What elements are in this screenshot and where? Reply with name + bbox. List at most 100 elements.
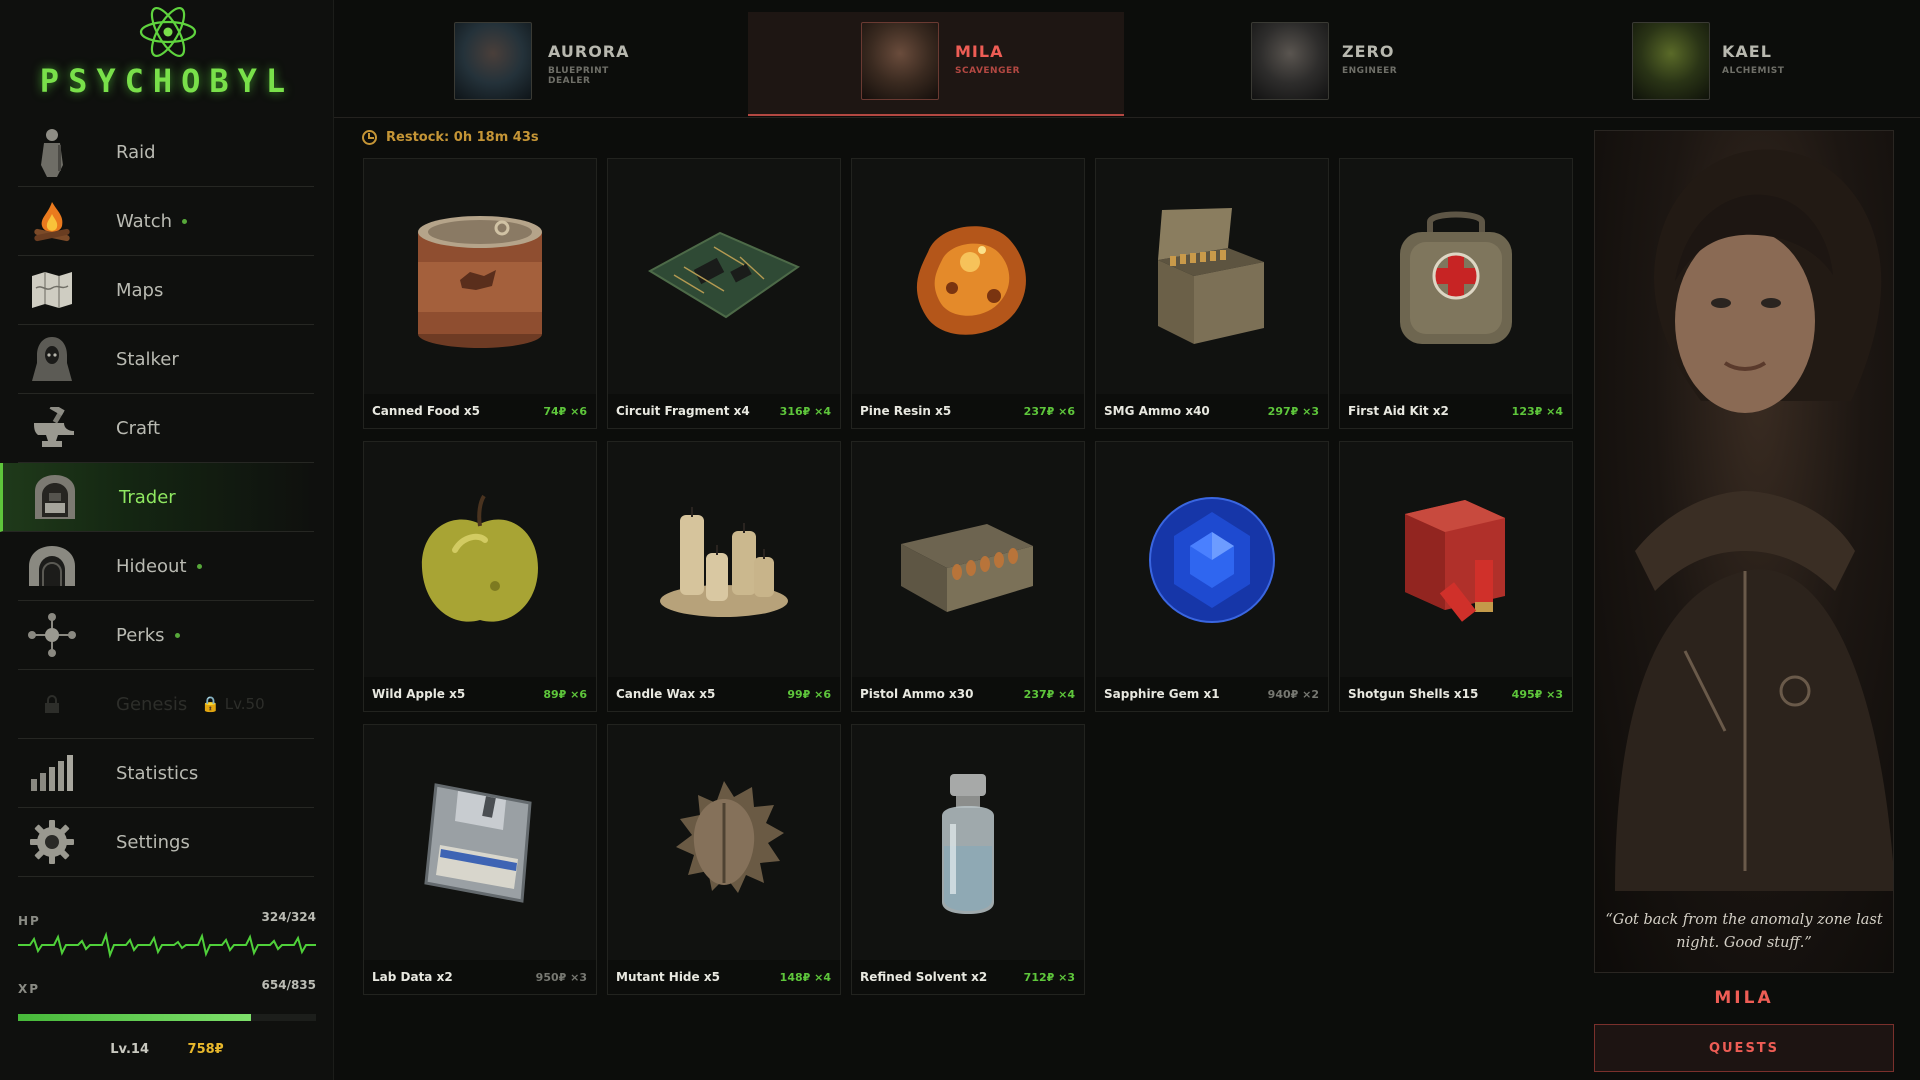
sidebar-item-label: Maps xyxy=(116,279,164,301)
item-price: 99₽ ×6 xyxy=(787,687,831,701)
ammo-box-icon xyxy=(1096,159,1328,395)
player-stats: HP 324/324 XP 654/835 Lv.14 758₽ xyxy=(18,910,316,1057)
restock-label: Restock: 0h 18m 43s xyxy=(386,130,539,145)
sidebar-item-trader[interactable]: Trader xyxy=(0,463,314,532)
item-name: Pistol Ammo x30 xyxy=(860,687,974,701)
item-card-first-aid-kit[interactable]: First Aid Kit x2 123₽ ×4 xyxy=(1339,158,1573,429)
item-name: Shotgun Shells x15 xyxy=(1348,687,1479,701)
sidebar-item-hideout[interactable]: Hideout xyxy=(18,532,314,601)
player-summary: Lv.14 758₽ xyxy=(18,1042,316,1057)
notification-dot xyxy=(182,218,188,224)
item-name: Refined Solvent x2 xyxy=(860,970,988,984)
item-card-smg-ammo[interactable]: SMG Ammo x40 297₽ ×3 xyxy=(1095,158,1329,429)
trader-portrait-image xyxy=(1615,149,1893,891)
xp-label: XP xyxy=(18,982,41,996)
item-name: Pine Resin x5 xyxy=(860,404,952,418)
item-footer: Shotgun Shells x15 495₽ ×3 xyxy=(1340,677,1572,711)
campfire-icon xyxy=(26,195,78,247)
trader-quote: “Got back from the anomaly zone last nig… xyxy=(1605,912,1883,951)
item-footer: Wild Apple x5 89₽ ×6 xyxy=(364,677,596,711)
sidebar-item-label: Trader xyxy=(119,486,176,508)
trader-portrait-panel: “Got back from the anomaly zone last nig… xyxy=(1594,130,1894,973)
hp-label: HP xyxy=(18,914,41,928)
item-card-circuit-fragment[interactable]: Circuit Fragment x4 316₽ ×4 xyxy=(607,158,841,429)
item-card-refined-solvent[interactable]: Refined Solvent x2 712₽ ×3 xyxy=(851,724,1085,995)
item-card-pistol-ammo[interactable]: Pistol Ammo x30 237₽ ×4 xyxy=(851,441,1085,712)
floppy-disk-icon xyxy=(364,725,596,961)
player-money: 758₽ xyxy=(187,1042,224,1057)
item-name: Wild Apple x5 xyxy=(372,687,466,701)
item-card-sapphire-gem[interactable]: Sapphire Gem x1 940₽ ×2 xyxy=(1095,441,1329,712)
item-price: 950₽ ×3 xyxy=(535,970,587,984)
pistol-ammo-icon xyxy=(852,442,1084,678)
item-card-canned-food[interactable]: Canned Food x5 74₽ ×6 xyxy=(363,158,597,429)
app-root: PSYCHOBYL Raid Watch Maps Stalker Craft … xyxy=(0,0,1920,1080)
sidebar-item-craft[interactable]: Craft xyxy=(18,394,314,463)
item-footer: Sapphire Gem x1 940₽ ×2 xyxy=(1096,677,1328,711)
lock-icon xyxy=(26,678,78,730)
sidebar-item-label: Settings xyxy=(116,831,190,853)
solvent-vial-icon xyxy=(852,725,1084,961)
tab-zero[interactable]: ZERO ENGINEER xyxy=(1251,12,1451,116)
item-footer: First Aid Kit x2 123₽ ×4 xyxy=(1340,394,1572,428)
item-price: 712₽ ×3 xyxy=(1023,970,1075,984)
notification-dot xyxy=(196,563,202,569)
item-footer: Pistol Ammo x30 237₽ ×4 xyxy=(852,677,1084,711)
item-price: 89₽ ×6 xyxy=(543,687,587,701)
item-footer: Circuit Fragment x4 316₽ ×4 xyxy=(608,394,840,428)
tab-aurora[interactable]: AURORA BLUEPRINT DEALER xyxy=(454,12,654,116)
xp-progress-fill xyxy=(18,1014,252,1021)
item-price: 316₽ ×4 xyxy=(779,404,831,418)
sidebar-item-label: Watch xyxy=(116,210,173,232)
tab-role: ENGINEER xyxy=(1342,66,1398,76)
item-name: Lab Data x2 xyxy=(372,970,453,984)
item-name: SMG Ammo x40 xyxy=(1104,404,1210,418)
item-name: Circuit Fragment x4 xyxy=(616,404,750,418)
quests-button[interactable]: QUESTS xyxy=(1594,1024,1894,1072)
unlock-level-value: Lv.50 xyxy=(224,695,265,713)
sidebar-item-label: Perks xyxy=(116,624,165,646)
sidebar-item-settings[interactable]: Settings xyxy=(18,808,314,877)
item-card-pine-resin[interactable]: Pine Resin x5 237₽ ×6 xyxy=(851,158,1085,429)
anvil-icon xyxy=(26,402,78,454)
item-card-shotgun-shells[interactable]: Shotgun Shells x15 495₽ ×3 xyxy=(1339,441,1573,712)
xp-progress-bar xyxy=(18,1014,316,1021)
xp-value: 654/835 xyxy=(261,978,316,992)
pine-resin-icon xyxy=(852,159,1084,395)
item-card-wild-apple[interactable]: Wild Apple x5 89₽ ×6 xyxy=(363,441,597,712)
item-card-lab-data[interactable]: Lab Data x2 950₽ ×3 xyxy=(363,724,597,995)
tab-mila[interactable]: MILA SCAVENGER xyxy=(748,12,1124,116)
canned-food-icon xyxy=(364,159,596,395)
shotgun-shells-icon xyxy=(1340,442,1572,678)
item-footer: Candle Wax x5 99₽ ×6 xyxy=(608,677,840,711)
trader-name: MILA xyxy=(1714,988,1774,1008)
sidebar-item-statistics[interactable]: Statistics xyxy=(18,739,314,808)
stalker-figure-icon xyxy=(26,126,78,178)
sidebar-item-genesis: Genesis 🔒 Lv.50 xyxy=(18,670,314,739)
sidebar-item-label: Stalker xyxy=(116,348,179,370)
restock-timer: Restock: 0h 18m 43s xyxy=(362,130,539,145)
sidebar-item-stalker[interactable]: Stalker xyxy=(18,325,314,394)
item-price: 123₽ ×4 xyxy=(1511,404,1563,418)
item-name: Canned Food x5 xyxy=(372,404,480,418)
sidebar-item-watch[interactable]: Watch xyxy=(18,187,314,256)
zero-portrait xyxy=(1251,22,1329,100)
item-price: 940₽ ×2 xyxy=(1267,687,1319,701)
item-footer: SMG Ammo x40 297₽ ×3 xyxy=(1096,394,1328,428)
sidebar-item-label: Craft xyxy=(116,417,161,439)
item-price: 495₽ ×3 xyxy=(1511,687,1563,701)
tab-kael[interactable]: KAEL ALCHEMIST xyxy=(1632,12,1832,116)
tab-name: KAEL xyxy=(1722,42,1772,61)
sidebar-item-raid[interactable]: Raid xyxy=(18,118,314,187)
sidebar-item-label: Hideout xyxy=(116,555,187,577)
item-footer: Canned Food x5 74₽ ×6 xyxy=(364,394,596,428)
item-footer: Lab Data x2 950₽ ×3 xyxy=(364,960,596,994)
first-aid-kit-icon xyxy=(1340,159,1572,395)
sapphire-icon xyxy=(1096,442,1328,678)
sidebar-item-maps[interactable]: Maps xyxy=(18,256,314,325)
item-card-mutant-hide[interactable]: Mutant Hide x5 148₽ ×4 xyxy=(607,724,841,995)
sidebar-item-perks[interactable]: Perks xyxy=(18,601,314,670)
clock-icon xyxy=(362,130,377,145)
item-card-candle-wax[interactable]: Candle Wax x5 99₽ ×6 xyxy=(607,441,841,712)
item-footer: Pine Resin x5 237₽ ×6 xyxy=(852,394,1084,428)
